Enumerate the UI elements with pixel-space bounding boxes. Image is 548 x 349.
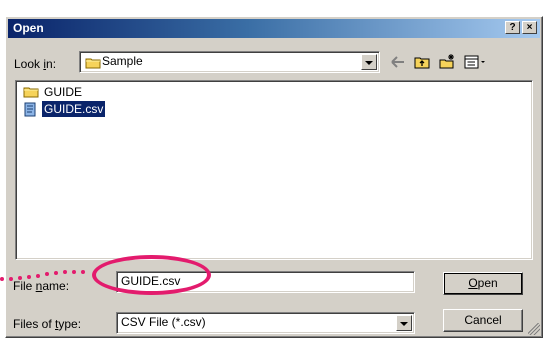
cancel-button[interactable]: Cancel [443,309,523,332]
back-arrow-icon[interactable] [389,53,407,71]
title-bar: Open ? × [8,19,540,38]
up-folder-icon[interactable] [413,53,431,71]
callout-dot [9,277,13,281]
new-folder-icon[interactable] [438,53,456,71]
look-in-label-suffix: n: [46,57,57,71]
file-name-label-suffix: ame: [42,279,70,293]
open-button[interactable]: Open [443,272,523,295]
look-in-dropdown-button[interactable] [361,54,377,70]
list-item-label: GUIDE.csv [40,100,107,118]
callout-dot [0,277,4,281]
callout-dot [36,274,40,278]
file-type-label: Files of type: [13,317,81,331]
look-in-label: Look in: [14,57,56,71]
folder-icon [23,87,39,98]
file-list[interactable]: GUIDE GUIDE.csv [15,80,533,260]
file-name-input[interactable]: GUIDE.csv [116,271,415,293]
callout-dot [45,272,49,276]
file-type-select[interactable]: CSV File (*.csv) [116,312,415,334]
resize-grip[interactable] [528,323,540,335]
open-button-accelerator: O [468,276,478,290]
callout-dot [72,270,76,274]
file-type-dropdown-button[interactable] [396,315,412,331]
file-name-value: GUIDE.csv [121,274,181,288]
view-menu-icon[interactable] [463,53,487,71]
callout-dot [81,270,85,274]
callout-dot [27,275,31,279]
file-name-label: File name: [13,279,69,293]
document-icon [24,102,36,117]
open-button-suffix: pen [477,276,498,290]
window-title: Open [13,21,44,35]
callout-dot [63,270,67,274]
file-type-value: CSV File (*.csv) [121,315,206,329]
callout-dot [18,276,22,280]
open-file-dialog: Open ? × Look in: Sample GUIDE GUIDE.csv… [5,16,543,338]
screenshot-stage: Open ? × Look in: Sample GUIDE GUIDE.csv… [0,0,548,349]
callout-dot [54,271,58,275]
look-in-select[interactable]: Sample [79,51,380,73]
help-button[interactable]: ? [505,21,520,34]
file-name-label-prefix: File [13,279,36,293]
file-type-label-prefix: Files of [13,317,56,331]
close-button[interactable]: × [522,21,537,34]
folder-icon [85,58,101,69]
look-in-label-prefix: Look [14,57,44,71]
file-type-label-suffix: ype: [58,317,82,331]
look-in-value: Sample [102,54,143,68]
list-item-label: GUIDE [44,85,83,99]
